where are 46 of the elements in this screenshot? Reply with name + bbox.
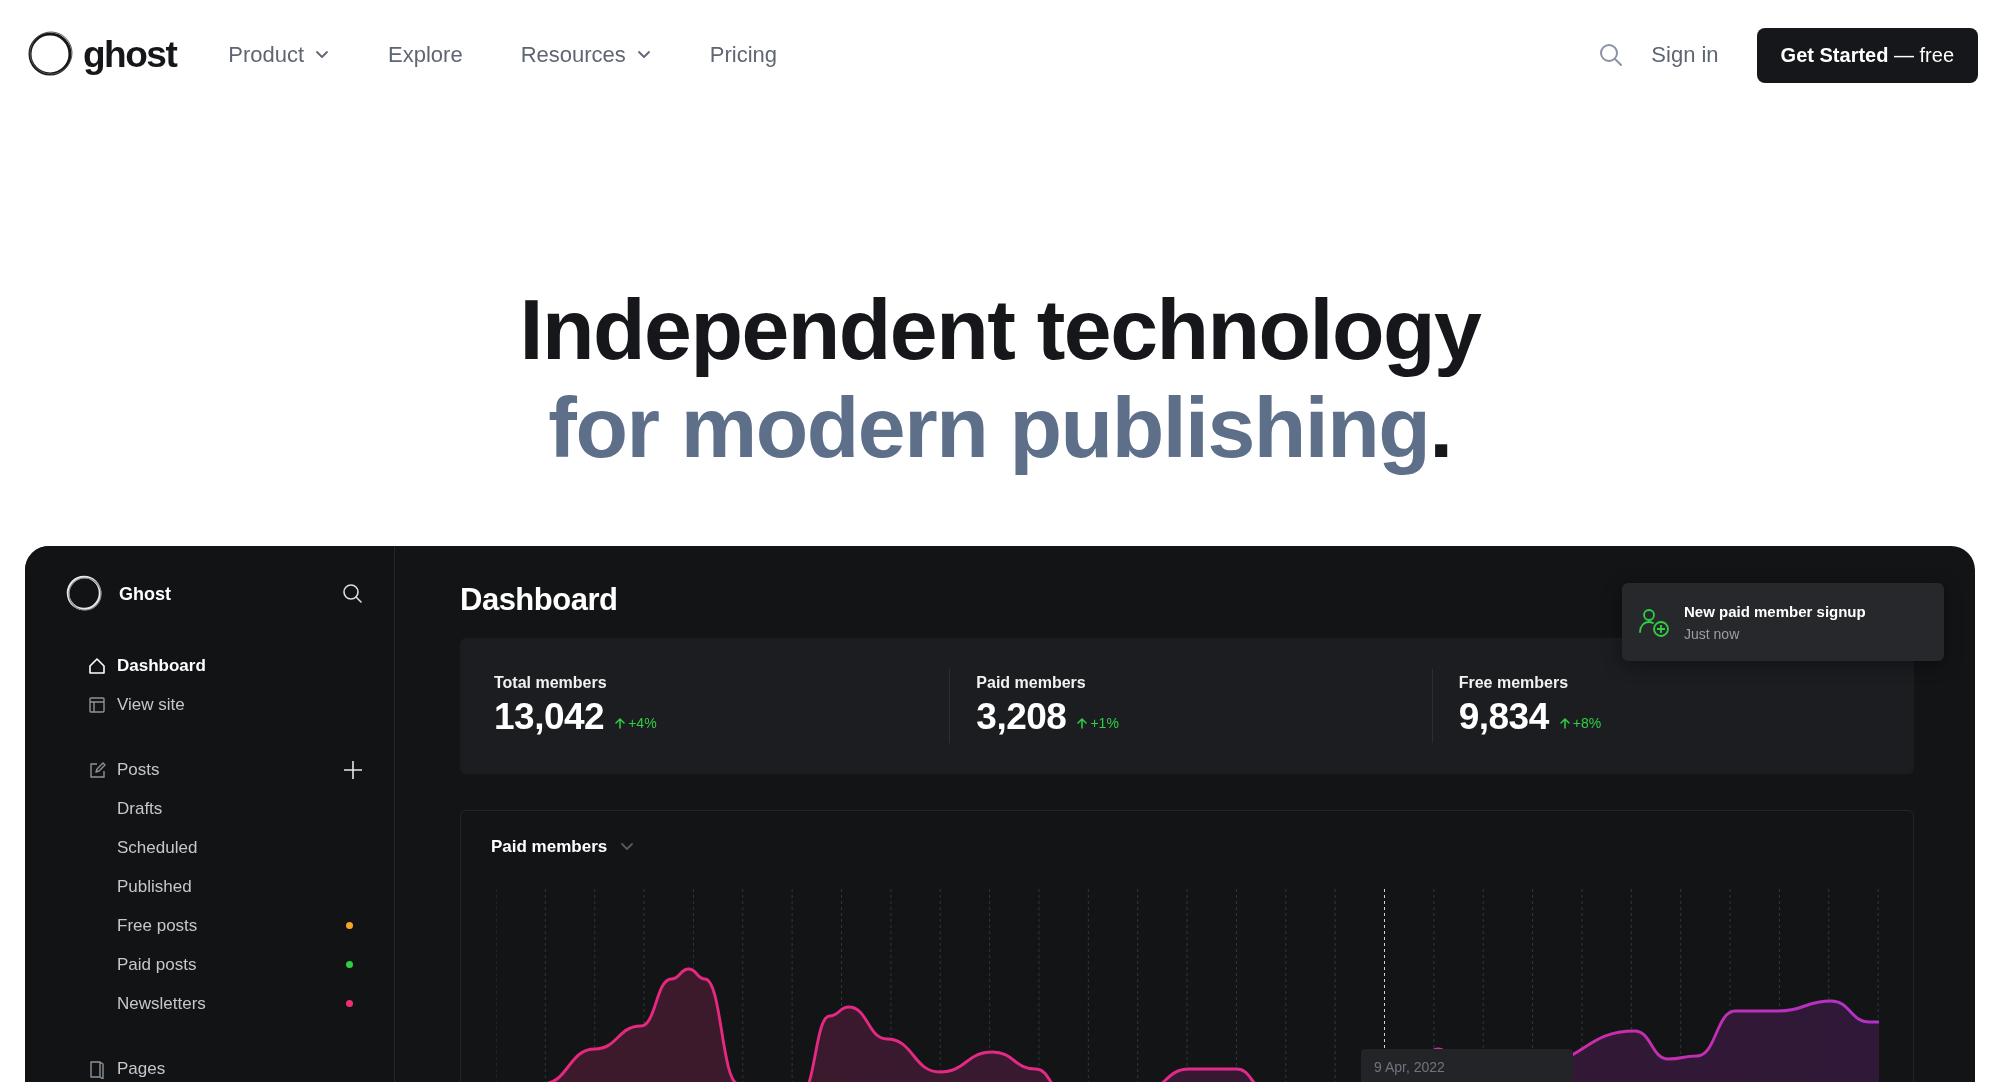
sign-in-link[interactable]: Sign in (1651, 42, 1719, 68)
chart-title: Paid members (491, 837, 608, 857)
nav-link[interactable]: Explore (362, 42, 489, 68)
sidebar-subitem[interactable]: Newsletters (117, 993, 206, 1014)
page-title: Dashboard (460, 584, 618, 616)
logo[interactable]: ghost (27, 31, 177, 79)
stat-change: +1% (1090, 715, 1119, 731)
sidebar-item[interactable]: View site (117, 694, 185, 715)
search-icon (342, 583, 364, 605)
sidebar-item[interactable]: Posts (117, 759, 160, 780)
sidebar-subitem[interactable]: Paid posts (117, 954, 197, 975)
stat-value: 9,834 (1458, 696, 1549, 738)
get-started-button[interactable]: Get Started — free (1756, 27, 1978, 83)
nav-link[interactable]: Pricing (683, 42, 804, 68)
add-button[interactable] (342, 758, 364, 781)
stat-value: 3,208 (976, 696, 1067, 738)
arrow-up-icon (614, 717, 627, 729)
sidebar-item[interactable]: Pages (117, 1058, 166, 1079)
stat-label: Free members (1458, 674, 1570, 692)
layout-icon (87, 694, 107, 715)
user-plus-icon (1638, 606, 1670, 638)
stat-label: Total members (494, 674, 608, 692)
toast-title: New paid member signup (1684, 602, 1866, 620)
stat-value: 13,042 (494, 696, 605, 738)
plus-icon (342, 758, 364, 781)
sidebar-subitem[interactable]: Scheduled (117, 837, 198, 858)
ring-icon (65, 574, 105, 614)
chart-tooltip: 9 Apr, 2022 (1361, 1049, 1573, 1082)
hero-heading: Independent technology for modern publishing. (519, 280, 1481, 476)
arrow-up-icon (1076, 717, 1089, 729)
sidebar-subitem[interactable]: Published (117, 876, 192, 897)
sidebar-subitem[interactable]: Free posts (117, 915, 198, 936)
sidebar-item[interactable]: Dashboard (117, 655, 206, 676)
arrow-up-icon (1558, 717, 1571, 729)
site-name: Ghost (119, 583, 171, 605)
logo-text: ghost (83, 34, 177, 76)
nav-link[interactable]: Resources (494, 42, 678, 68)
home-icon (87, 655, 107, 676)
stat-change: +4% (628, 715, 657, 731)
search-icon (1599, 43, 1624, 67)
sidebar-subitem[interactable]: Drafts (117, 798, 163, 819)
nav-link[interactable]: Product (228, 42, 357, 68)
toast-time: Just now (1684, 625, 1741, 642)
page-icon (87, 1058, 107, 1079)
stat-label: Paid members (976, 674, 1087, 692)
stat-change: +8% (1572, 715, 1602, 731)
